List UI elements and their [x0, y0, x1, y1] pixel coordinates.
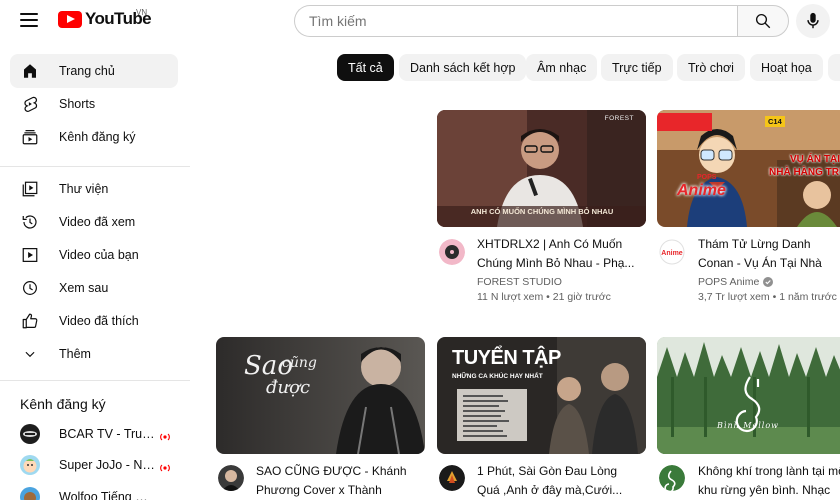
thumbnail-script-3: được: [266, 377, 311, 398]
subscriptions-icon: [20, 127, 40, 147]
video-thumbnail[interactable]: C14 VỤ ÁN TẠI NHÀ HÀNG TRUNG POPS Anime: [657, 110, 840, 227]
sidebar-divider: [0, 380, 190, 381]
home-icon: [20, 61, 40, 81]
chevron-down-icon: [20, 344, 40, 364]
thumbnail-caption-2: NHÀ HÀNG TRUNG: [769, 167, 840, 178]
subscription-label: Super JoJo - Nh...: [59, 458, 155, 472]
upload-age: 1 năm trước: [779, 291, 837, 303]
search-icon: [755, 13, 771, 29]
sidebar-item-home[interactable]: Trang chủ: [10, 54, 178, 88]
youtube-play-icon: [58, 10, 82, 28]
view-count: 3,7 Tr lượt xem: [698, 291, 770, 303]
video-thumbnail[interactable]: TUYỂN TẬP NHỮNG CA KHÚC HAY NHẤT: [437, 337, 646, 454]
guide-sidebar: Trang chủ Shorts Kênh đăng ký Thư viện V…: [0, 50, 190, 500]
microphone-icon: [807, 12, 819, 29]
sidebar-divider: [0, 166, 190, 167]
thumbnail-caption-1: VỤ ÁN TẠI: [790, 154, 840, 165]
video-title[interactable]: XHTDRLX2 | Anh Có Muốn Chúng Mình Bỏ Nha…: [477, 235, 635, 273]
channel-avatar[interactable]: Anime: [659, 239, 685, 265]
channel-avatar[interactable]: [659, 465, 685, 491]
library-icon: [20, 179, 40, 199]
sidebar-item-history[interactable]: Video đã xem: [10, 205, 178, 239]
chip-mixes[interactable]: Danh sách kết hợp: [399, 54, 527, 81]
masthead: YouTube VN: [0, 0, 840, 42]
video-title[interactable]: Thám Tử Lừng Danh Conan - Vụ Án Tại Nhà …: [698, 235, 840, 273]
svg-text:Anime: Anime: [661, 250, 683, 257]
subscription-item-bcar-tv[interactable]: BCAR TV - Truyề...: [10, 419, 178, 449]
video-title[interactable]: 1 Phút, Sài Gòn Đau Lòng Quá ,Anh ở đây …: [477, 462, 635, 500]
chip-music[interactable]: Âm nhạc: [526, 54, 598, 81]
like-icon: [20, 311, 40, 331]
history-icon: [20, 212, 40, 232]
chip-animation[interactable]: Hoạt họa: [750, 54, 823, 81]
sidebar-item-watch-later[interactable]: Xem sau: [10, 271, 178, 305]
video-thumbnail[interactable]: Bình Mellow: [657, 337, 840, 454]
live-icon: [159, 429, 171, 441]
upload-age: 21 giờ trước: [552, 291, 611, 303]
search-input[interactable]: [294, 5, 738, 37]
subscription-item-super-jojo[interactable]: Super JoJo - Nh...: [10, 450, 178, 480]
sidebar-item-label: Thư viện: [59, 182, 109, 196]
sidebar-item-label: Trang chủ: [59, 64, 115, 78]
channel-avatar[interactable]: [439, 465, 465, 491]
sidebar-item-label: Video đã thích: [59, 314, 139, 328]
verified-icon: [763, 277, 774, 287]
channel-avatar[interactable]: [439, 239, 465, 265]
sidebar-item-library[interactable]: Thư viện: [10, 172, 178, 206]
sidebar-item-label: Shorts: [59, 97, 96, 111]
thumbnail-script-2: cũng: [282, 355, 317, 371]
video-title[interactable]: Không khí trong lành tại mộ khu rừng yên…: [698, 462, 840, 500]
menu-icon[interactable]: [20, 13, 38, 29]
thumbnail-subheading: NHỮNG CA KHÚC HAY NHẤT: [452, 373, 543, 380]
channel-name-text: POPS Anime: [698, 276, 760, 288]
chip-all[interactable]: Tất cả: [337, 54, 394, 81]
channel-name-text: FOREST STUDIO: [477, 276, 562, 288]
video-meta: 3,7 Tr lượt xem • 1 năm trước: [698, 291, 837, 303]
channel-avatar: [20, 424, 40, 444]
sidebar-item-label: Video của bạn: [59, 248, 139, 262]
sidebar-item-label: Thêm: [59, 347, 91, 361]
thumbnail-brand-small: POPS: [697, 174, 717, 181]
channel-avatar[interactable]: [218, 465, 244, 491]
thumbnail-caption: ANH CÓ MUỐN CHÚNG MÌNH BỎ NHAU: [470, 207, 614, 216]
subscriptions-heading: Kênh đăng ký: [20, 396, 106, 412]
thumbnail-caption: Bình Mellow: [717, 421, 779, 430]
subscription-item-wolfoo[interactable]: Wolfoo Tiếng Việ...: [10, 482, 178, 500]
sidebar-item-shorts[interactable]: Shorts: [10, 87, 178, 121]
sidebar-item-label: Kênh đăng ký: [59, 130, 136, 144]
shorts-icon: [20, 94, 40, 114]
video-thumbnail[interactable]: Sao cũng được: [216, 337, 425, 454]
chip-games[interactable]: Trò chơi: [677, 54, 745, 81]
thumbnail-brand: Anime: [677, 182, 726, 199]
your-videos-icon: [20, 245, 40, 265]
chip-live[interactable]: Trực tiếp: [601, 54, 673, 81]
country-code: VN: [136, 8, 148, 17]
sidebar-item-subscriptions[interactable]: Kênh đăng ký: [10, 120, 178, 154]
search-button[interactable]: [737, 5, 789, 37]
video-thumbnail[interactable]: FOREST ANH CÓ MUỐN CHÚNG MÌNH BỎ NHAU: [437, 110, 646, 227]
sidebar-item-liked-videos[interactable]: Video đã thích: [10, 304, 178, 338]
thumbnail-tag: C14: [765, 116, 785, 127]
sidebar-item-your-videos[interactable]: Video của bạn: [10, 238, 178, 272]
live-icon: [159, 460, 171, 472]
channel-name[interactable]: FOREST STUDIO: [477, 276, 562, 288]
channel-name[interactable]: POPS Anime: [698, 276, 774, 288]
subscription-label: Wolfoo Tiếng Việ...: [59, 490, 155, 500]
watch-later-icon: [20, 278, 40, 298]
youtube-page: YouTube VN Trang chủ Shorts Kênh đăng ký…: [0, 0, 840, 500]
sidebar-item-label: Video đã xem: [59, 215, 136, 229]
sidebar-item-label: Xem sau: [59, 281, 109, 295]
sidebar-item-more[interactable]: Thêm: [10, 337, 178, 371]
subscription-label: BCAR TV - Truyề...: [59, 427, 155, 441]
voice-search-button[interactable]: [796, 4, 830, 38]
video-meta: 11 N lượt xem • 21 giờ trước: [477, 291, 611, 303]
video-title[interactable]: SAO CŨNG ĐƯỢC - Khánh Phương Cover x Thà…: [256, 462, 414, 500]
channel-avatar: [20, 455, 40, 475]
channel-avatar: [20, 487, 40, 500]
chip-more[interactable]: [828, 54, 840, 81]
thumbnail-brand: FOREST: [604, 115, 634, 122]
thumbnail-heading: TUYỂN TẬP: [452, 347, 561, 369]
view-count: 11 N lượt xem: [477, 291, 544, 303]
